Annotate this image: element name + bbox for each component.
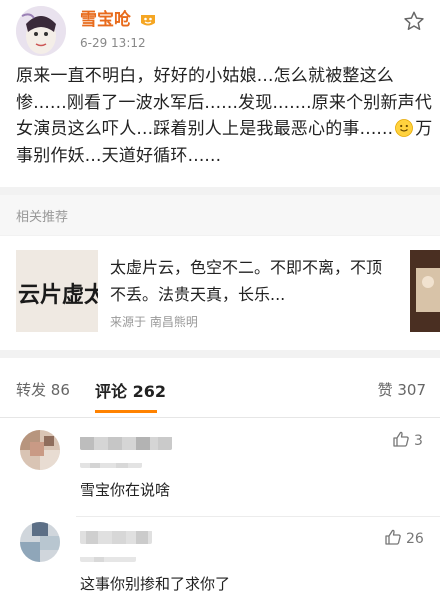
related-source: 来源于 南昌熊明 [110, 315, 198, 329]
related-header: 相关推荐 [0, 195, 440, 235]
tab-like[interactable]: 赞 307 [378, 379, 426, 400]
comment-like[interactable]: 3 [392, 430, 423, 449]
tab-repost[interactable]: 转发 86 [16, 379, 70, 400]
tab-comment[interactable]: 评论 262 [95, 378, 166, 402]
tab-like-count: 307 [397, 381, 426, 399]
tab-comment-label: 评论 [95, 382, 128, 401]
post-body: 原来一直不明白，好好的小姑娘...怎么就被整这么惨......刚看了一波水军后.… [16, 63, 434, 169]
weibo-post: 雪宝呛 6-29 13:12 原来一直不明白，好好的小姑娘...怎么就被整这么惨… [0, 0, 440, 187]
comment-text: 雪宝你在说啥 [80, 481, 171, 499]
comment-like[interactable]: 26 [384, 528, 424, 547]
username[interactable]: 雪宝呛 [80, 9, 131, 31]
active-tab-indicator [95, 410, 157, 413]
star-icon[interactable] [403, 10, 425, 32]
related-card[interactable]: 云片虚太 太虚片云，色空不二。不即不离，不顶不丢。法贵天真，长乐... 来源于 … [0, 236, 440, 350]
related-thumbnail-calligraphy: 云片虚太 [18, 282, 98, 308]
comment-list: 3 雪宝你在说啥 26 这事你别掺和了求你了 [0, 418, 440, 608]
related-text: 太虚片云，色空不二。不即不离，不顶不丢。法贵天真，长乐... [110, 258, 383, 304]
comment-like-count: 26 [406, 531, 424, 547]
thumbs-up-icon [393, 431, 409, 447]
vip-badge-icon [141, 15, 155, 26]
post-text-part1: 原来一直不明白，好好的小姑娘...怎么就被整这么惨......刚看了一波水军后.… [16, 66, 433, 139]
tab-repost-count: 86 [50, 381, 70, 399]
tab-like-label: 赞 [377, 381, 393, 399]
tab-repost-label: 转发 [16, 381, 47, 399]
related-header-label: 相关推荐 [16, 210, 69, 225]
comment-like-count: 3 [414, 433, 423, 449]
post-timestamp: 6-29 13:12 [80, 36, 146, 50]
comment-username-blurred[interactable] [80, 530, 152, 544]
avatar[interactable] [20, 430, 60, 470]
avatar[interactable] [20, 522, 60, 562]
interaction-tabs: 转发 86 评论 262 赞 307 [0, 358, 440, 418]
comment-time-blurred [80, 552, 136, 562]
thumbs-up-icon [385, 529, 401, 545]
tab-comment-count: 262 [132, 382, 166, 401]
comment-username-blurred[interactable] [80, 436, 172, 450]
smile-emoji-icon [395, 119, 414, 137]
avatar[interactable] [16, 6, 66, 56]
comment-time-blurred [80, 458, 142, 468]
divider [76, 516, 440, 517]
related-thumbnail-2[interactable] [410, 250, 440, 332]
comment-text: 这事你别掺和了求你了 [80, 575, 231, 593]
related-thumbnail[interactable]: 云片虚太 [16, 250, 98, 332]
